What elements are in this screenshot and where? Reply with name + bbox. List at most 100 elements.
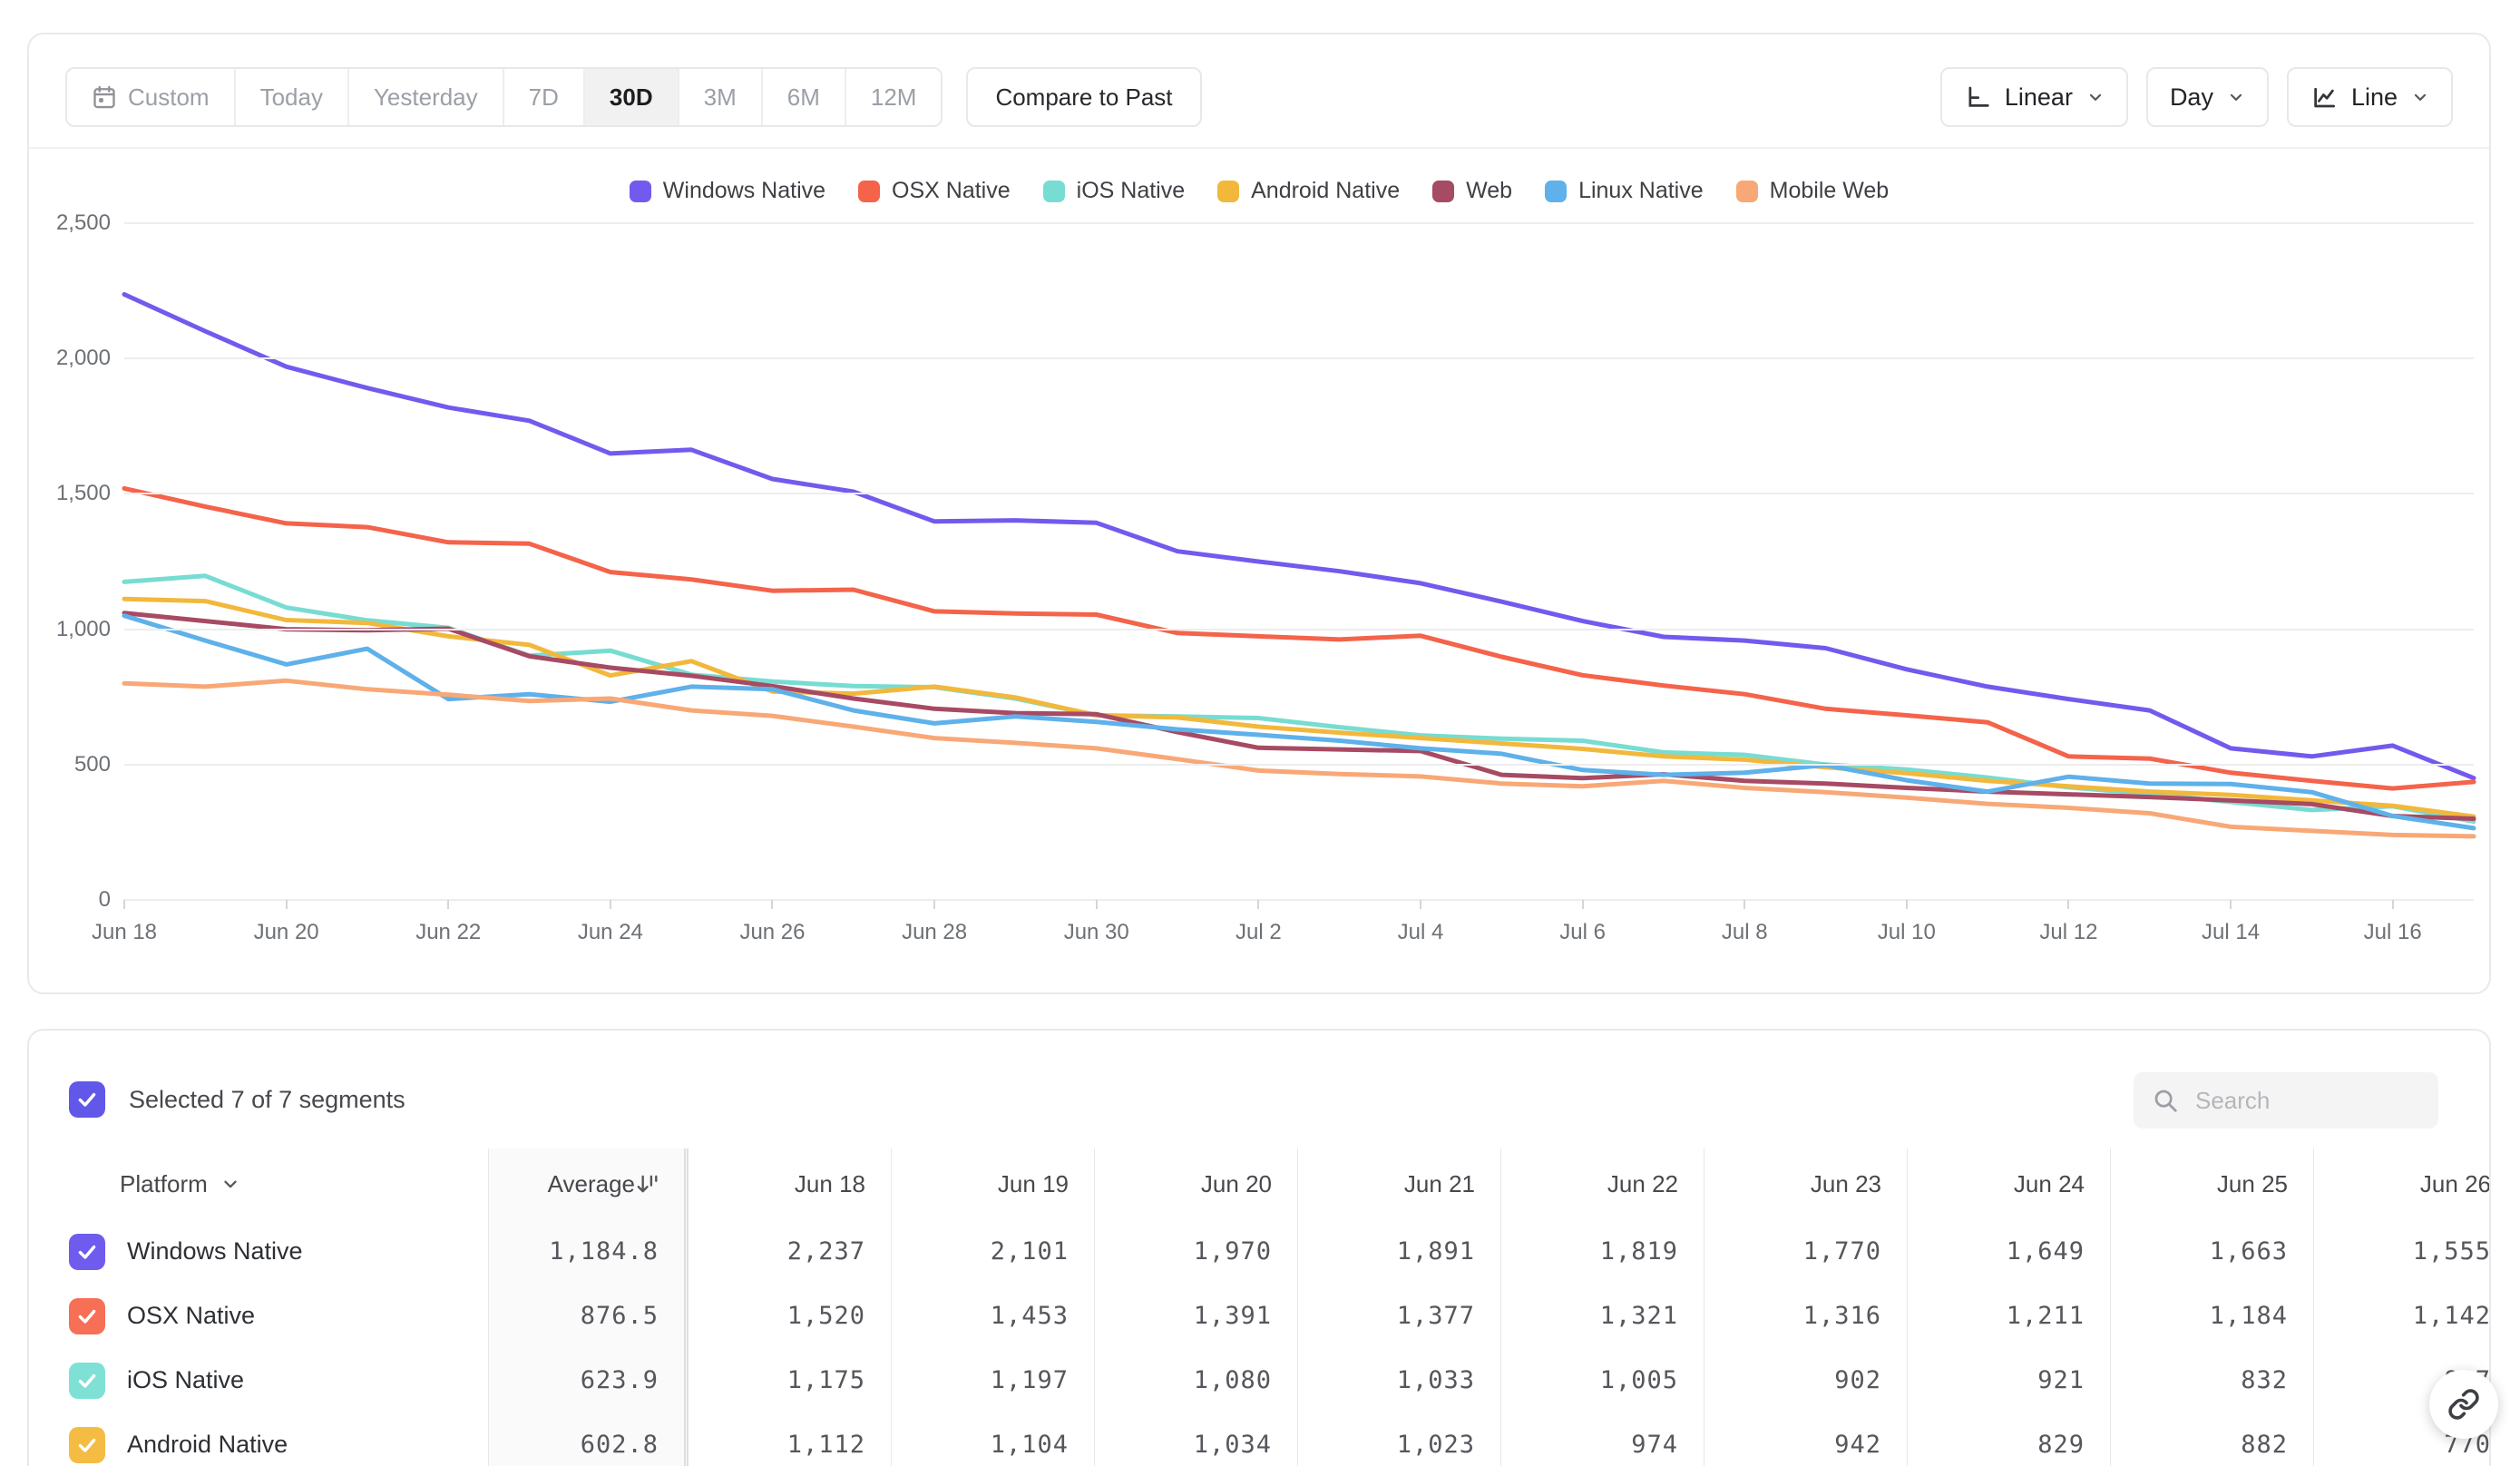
average-value: 1,184.8 bbox=[549, 1237, 659, 1266]
checkmark-icon bbox=[75, 1088, 99, 1111]
x-axis-label: Jul 12 bbox=[2039, 920, 2097, 945]
day-value: 1,891 bbox=[1397, 1237, 1475, 1266]
value-cell-jun-19: 1,453 bbox=[892, 1284, 1095, 1348]
average-header-label: Average bbox=[548, 1170, 635, 1198]
x-axis-label: Jul 14 bbox=[2202, 920, 2260, 945]
x-axis-tick bbox=[286, 900, 288, 909]
column-header-jun-20[interactable]: Jun 20 bbox=[1095, 1148, 1298, 1219]
platform-label: Android Native bbox=[127, 1431, 288, 1459]
segment-checkbox-ios-native[interactable] bbox=[69, 1363, 105, 1399]
day-header-label: Jun 23 bbox=[1811, 1170, 1881, 1198]
day-value: 1,316 bbox=[1803, 1302, 1881, 1330]
day-header-label: Jun 21 bbox=[1404, 1170, 1475, 1198]
day-header-label: Jun 25 bbox=[2217, 1170, 2288, 1198]
value-cell-jun-25: 1,663 bbox=[2111, 1219, 2314, 1284]
value-cell-jun-23: 942 bbox=[1704, 1412, 1908, 1466]
value-cell-jun-18: 2,237 bbox=[689, 1219, 892, 1284]
x-axis-tick bbox=[1257, 900, 1259, 909]
table-row-android-native: Android Native602.81,1121,1041,0341,0239… bbox=[29, 1412, 2491, 1466]
column-header-jun-18[interactable]: Jun 18 bbox=[689, 1148, 892, 1219]
column-header-jun-19[interactable]: Jun 19 bbox=[892, 1148, 1095, 1219]
checkmark-icon bbox=[75, 1369, 99, 1393]
line-chart: 05001,0001,5002,0002,500Jun 18Jun 20Jun … bbox=[29, 34, 2489, 992]
share-link-button[interactable] bbox=[2429, 1370, 2498, 1439]
value-cell-jun-24: 921 bbox=[1908, 1348, 2111, 1412]
day-value: 882 bbox=[2241, 1431, 2288, 1459]
y-axis-label: 1,500 bbox=[31, 481, 111, 506]
day-value: 1,321 bbox=[1600, 1302, 1678, 1330]
day-value: 1,175 bbox=[787, 1366, 865, 1394]
column-header-jun-21[interactable]: Jun 21 bbox=[1298, 1148, 1501, 1219]
segment-checkbox-android-native[interactable] bbox=[69, 1427, 105, 1463]
day-value: 1,391 bbox=[1194, 1302, 1272, 1330]
value-cell-jun-20: 1,970 bbox=[1095, 1219, 1298, 1284]
y-axis-label: 2,500 bbox=[31, 210, 111, 236]
x-axis-tick bbox=[2392, 900, 2394, 909]
column-header-jun-23[interactable]: Jun 23 bbox=[1704, 1148, 1908, 1219]
value-cell-jun-23: 902 bbox=[1704, 1348, 1908, 1412]
x-axis-tick bbox=[1420, 900, 1421, 909]
y-axis-label: 500 bbox=[31, 752, 111, 777]
value-cell-jun-19: 1,104 bbox=[892, 1412, 1095, 1466]
segment-checkbox-osx-native[interactable] bbox=[69, 1298, 105, 1334]
segments-table: Platform Average Jun 18 Jun 19 Jun 20 Jun 21 J… bbox=[29, 1148, 2491, 1466]
x-axis-tick bbox=[1906, 900, 1908, 909]
series-line-windows-native bbox=[124, 295, 2474, 778]
day-value: 1,770 bbox=[1803, 1237, 1881, 1266]
column-header-platform[interactable]: Platform bbox=[29, 1148, 489, 1219]
checkmark-icon bbox=[75, 1433, 99, 1457]
value-cell-jun-22: 1,005 bbox=[1501, 1348, 1704, 1412]
value-cell-jun-21: 1,891 bbox=[1298, 1219, 1501, 1284]
x-axis-label: Jun 28 bbox=[902, 920, 967, 945]
column-header-jun-26[interactable]: Jun 26 bbox=[2314, 1148, 2491, 1219]
gridline-1500 bbox=[124, 493, 2474, 494]
day-value: 1,377 bbox=[1397, 1302, 1475, 1330]
value-cell-jun-24: 1,211 bbox=[1908, 1284, 2111, 1348]
day-header-label: Jun 20 bbox=[1201, 1170, 1272, 1198]
x-axis-label: Jul 6 bbox=[1559, 920, 1606, 945]
x-axis-label: Jul 8 bbox=[1722, 920, 1768, 945]
checkmark-icon bbox=[75, 1240, 99, 1264]
x-axis-label: Jun 24 bbox=[578, 920, 643, 945]
gridline-1000 bbox=[124, 629, 2474, 630]
average-cell: 623.9 bbox=[489, 1348, 689, 1412]
average-cell: 602.8 bbox=[489, 1412, 689, 1466]
column-header-jun-25[interactable]: Jun 25 bbox=[2111, 1148, 2314, 1219]
column-header-average[interactable]: Average bbox=[489, 1148, 689, 1219]
value-cell-jun-25: 882 bbox=[2111, 1412, 2314, 1466]
x-axis-tick bbox=[2067, 900, 2069, 909]
day-value: 1,112 bbox=[787, 1431, 865, 1459]
platform-cell-ios-native: iOS Native bbox=[29, 1348, 489, 1412]
value-cell-jun-23: 1,316 bbox=[1704, 1284, 1908, 1348]
search-input[interactable] bbox=[2193, 1086, 2420, 1116]
x-axis-tick bbox=[610, 900, 611, 909]
column-header-jun-22[interactable]: Jun 22 bbox=[1501, 1148, 1704, 1219]
table-row-ios-native: iOS Native623.91,1751,1971,0801,0331,005… bbox=[29, 1348, 2491, 1412]
platform-label: Windows Native bbox=[127, 1237, 303, 1266]
value-cell-jun-18: 1,175 bbox=[689, 1348, 892, 1412]
day-header-label: Jun 22 bbox=[1607, 1170, 1678, 1198]
y-axis-label: 1,000 bbox=[31, 617, 111, 642]
platform-label: OSX Native bbox=[127, 1302, 255, 1330]
average-value: 602.8 bbox=[581, 1431, 659, 1459]
day-value: 1,649 bbox=[2007, 1237, 2085, 1266]
analytics-dashboard: { "toolbar": { "date_ranges": [ {"label"… bbox=[0, 0, 2520, 1466]
day-value: 1,104 bbox=[991, 1431, 1069, 1459]
value-cell-jun-22: 1,819 bbox=[1501, 1219, 1704, 1284]
day-header-label: Jun 26 bbox=[2420, 1170, 2491, 1198]
column-header-jun-24[interactable]: Jun 24 bbox=[1908, 1148, 2111, 1219]
day-value: 2,101 bbox=[991, 1237, 1069, 1266]
segment-checkbox-windows-native[interactable] bbox=[69, 1234, 105, 1270]
value-cell-jun-26: 1,142 bbox=[2314, 1284, 2491, 1348]
average-value: 623.9 bbox=[581, 1366, 659, 1394]
day-header-label: Jun 18 bbox=[795, 1170, 865, 1198]
day-header-label: Jun 19 bbox=[998, 1170, 1069, 1198]
x-axis-label: Jun 30 bbox=[1064, 920, 1129, 945]
gridline-0 bbox=[124, 899, 2474, 901]
platform-label: iOS Native bbox=[127, 1366, 244, 1394]
select-all-checkbox[interactable] bbox=[69, 1081, 105, 1118]
platform-cell-android-native: Android Native bbox=[29, 1412, 489, 1466]
day-value: 921 bbox=[2037, 1366, 2085, 1394]
x-axis-tick bbox=[2230, 900, 2232, 909]
average-cell: 876.5 bbox=[489, 1284, 689, 1348]
